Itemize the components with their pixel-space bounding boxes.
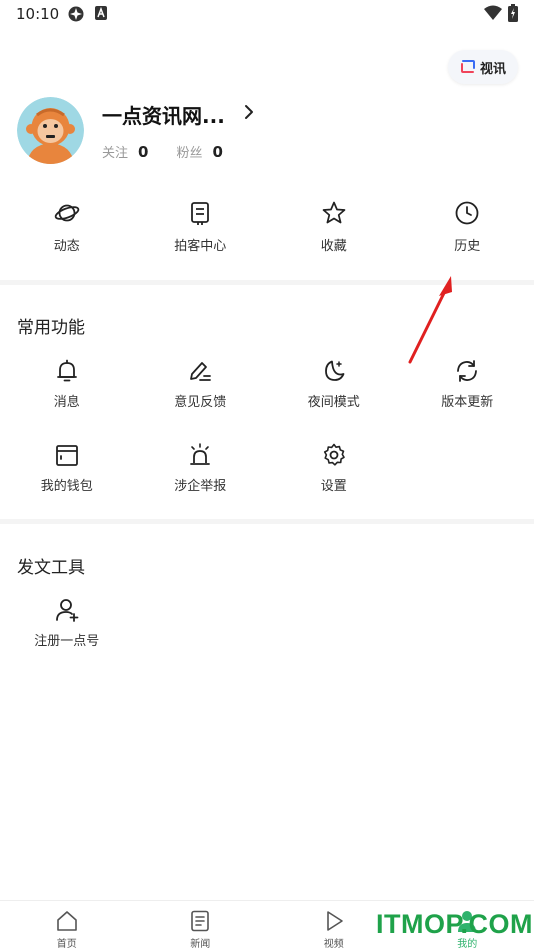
quick-item-favorites[interactable]: 收藏 xyxy=(267,200,401,260)
publishing-tools-row: 注册一点号 xyxy=(0,597,534,659)
avatar[interactable] xyxy=(17,97,84,164)
function-night-mode[interactable]: 夜间模式 xyxy=(267,358,401,420)
chevron-right-icon[interactable] xyxy=(240,102,258,122)
gear-icon xyxy=(323,443,345,466)
video-chat-button[interactable]: 视讯 xyxy=(448,50,518,84)
nav-home[interactable]: 首页 xyxy=(0,901,134,950)
nav-news[interactable]: 新闻 xyxy=(134,901,268,950)
alarm-icon xyxy=(190,443,211,465)
camera-book-icon xyxy=(191,202,210,225)
news-icon xyxy=(191,910,210,932)
function-label: 设置 xyxy=(320,479,347,494)
function-messages[interactable]: 消息 xyxy=(0,358,134,420)
nav-label: 首页 xyxy=(56,939,77,950)
function-label: 我的钱包 xyxy=(40,479,93,494)
function-enterprise-report[interactable]: 涉企举报 xyxy=(134,442,268,504)
watermark: ITMOP.COM xyxy=(376,909,534,939)
quick-item-history[interactable]: 历史 xyxy=(401,200,534,260)
section-divider xyxy=(0,519,534,524)
profile-name[interactable]: 一点资讯网... xyxy=(102,100,225,129)
moon-icon xyxy=(324,360,345,381)
bell-icon xyxy=(56,359,77,382)
common-functions-row-1: 消息 意见反馈 夜间模式 版本更新 xyxy=(0,358,534,420)
function-label: 消息 xyxy=(53,395,80,410)
app-notification-icon xyxy=(68,6,84,22)
function-label: 版本更新 xyxy=(441,395,494,410)
function-label: 意见反馈 xyxy=(174,395,227,410)
function-label: 夜间模式 xyxy=(307,395,360,410)
function-settings[interactable]: 设置 xyxy=(267,442,401,504)
nav-label: 视频 xyxy=(323,939,344,950)
quick-item-creator-center[interactable]: 拍客中心 xyxy=(134,200,268,260)
quick-item-label: 收藏 xyxy=(320,239,347,254)
nav-label: 新闻 xyxy=(190,939,211,950)
tool-register-account[interactable]: 注册一点号 xyxy=(0,597,134,659)
battery-icon xyxy=(508,4,518,22)
play-icon xyxy=(326,911,343,931)
quick-actions: 动态 拍客中心 收藏 历史 xyxy=(0,200,534,260)
video-chat-label: 视讯 xyxy=(479,61,506,77)
clock-icon xyxy=(455,201,479,225)
function-wallet[interactable]: 我的钱包 xyxy=(0,442,134,504)
publishing-tools-title: 发文工具 xyxy=(17,558,85,578)
quick-item-label: 拍客中心 xyxy=(174,239,227,254)
home-icon xyxy=(56,911,77,931)
pen-icon xyxy=(190,362,212,381)
common-functions-title: 常用功能 xyxy=(17,318,85,338)
status-bar: 10:10 xyxy=(0,0,534,28)
quick-item-dynamics[interactable]: 动态 xyxy=(0,200,134,260)
wallet-icon xyxy=(55,445,78,466)
add-user-icon xyxy=(55,599,79,622)
section-divider xyxy=(0,280,534,285)
planet-icon xyxy=(54,204,80,222)
tool-label: 注册一点号 xyxy=(34,634,100,649)
wifi-icon xyxy=(484,5,502,20)
status-time: 10:10 xyxy=(16,5,60,23)
profile-stats: 关注 0 粉丝 0 xyxy=(102,142,223,162)
refresh-icon xyxy=(457,360,478,382)
keyboard-notification-icon xyxy=(95,6,107,20)
quick-item-label: 动态 xyxy=(53,239,80,254)
fans-count[interactable]: 0 xyxy=(212,143,222,161)
quick-item-label: 历史 xyxy=(454,239,481,254)
fans-label[interactable]: 粉丝 xyxy=(176,142,202,161)
common-functions-row-2: 我的钱包 涉企举报 设置 xyxy=(0,442,534,504)
function-update[interactable]: 版本更新 xyxy=(401,358,534,420)
follow-label[interactable]: 关注 xyxy=(102,142,128,161)
function-feedback[interactable]: 意见反馈 xyxy=(134,358,268,420)
function-label: 涉企举报 xyxy=(174,479,227,494)
follow-count[interactable]: 0 xyxy=(138,143,148,161)
video-chat-icon xyxy=(460,60,475,73)
star-icon xyxy=(322,201,346,224)
